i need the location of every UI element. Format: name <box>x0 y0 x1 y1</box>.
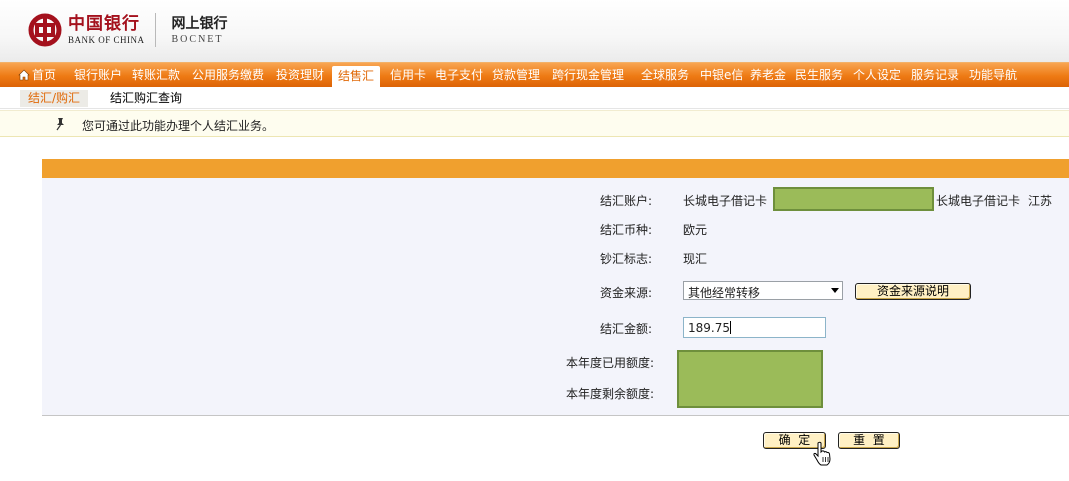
amount-input[interactable]: 189.75 <box>683 317 826 338</box>
redacted-quota-values <box>677 350 823 408</box>
product-chinese-name: 网上银行 <box>171 16 228 32</box>
header: 中国银行 BANK OF CHINA 网上银行 BOCNET <box>0 0 1069 62</box>
used-quota-label: 本年度已用额度: <box>566 356 655 370</box>
logo-english-name: BANK OF CHINA <box>68 35 145 45</box>
nav-item-function-navigation[interactable]: 功能导航 <box>969 63 1017 87</box>
amount-value: 189.75 <box>688 321 730 335</box>
logo-chinese-name: 中国银行 <box>68 14 140 34</box>
nav-item-livelihood[interactable]: 民生服务 <box>795 63 843 87</box>
nav-item-cash-management[interactable]: 跨行现金管理 <box>552 63 624 87</box>
pin-icon <box>56 118 64 131</box>
boc-logo-icon <box>28 13 62 47</box>
subnav-item-settle-purchase[interactable]: 结汇/购汇 <box>20 90 89 107</box>
nav-item-credit-card[interactable]: 信用卡 <box>390 63 426 87</box>
main-nav: 首页 银行账户 转账汇款 公用服务缴费 投资理财 结售汇 信用卡 电子支付 贷款… <box>0 62 1069 87</box>
fund-source-select[interactable]: 其他经常转移 <box>683 281 843 300</box>
remaining-quota-label: 本年度剩余额度: <box>566 387 655 401</box>
currency-label: 结汇币种: <box>600 223 653 237</box>
nav-item-utility-payment[interactable]: 公用服务缴费 <box>192 63 264 87</box>
reset-button[interactable]: 重 置 <box>838 432 900 449</box>
subnav-item-query[interactable]: 结汇购汇查询 <box>110 90 182 107</box>
account-label: 结汇账户: <box>600 194 653 208</box>
sub-nav: 结汇/购汇 结汇购汇查询 <box>0 87 1069 109</box>
nav-item-personal-settings[interactable]: 个人设定 <box>853 63 901 87</box>
nav-item-label: 首页 <box>32 68 57 82</box>
nav-item-transfer[interactable]: 转账汇款 <box>132 63 180 87</box>
nav-item-home[interactable]: 首页 <box>18 63 56 87</box>
nav-item-service-records[interactable]: 服务记录 <box>911 63 959 87</box>
home-icon <box>18 69 30 81</box>
nav-item-boc-e-message[interactable]: 中银e信 <box>700 63 743 87</box>
redacted-account-number <box>773 187 934 211</box>
notice-text: 您可通过此功能办理个人结汇业务。 <box>82 119 275 133</box>
fund-source-selected: 其他经常转移 <box>688 286 761 300</box>
form-header-bar <box>42 159 1069 178</box>
cash-flag-label: 钞汇标志: <box>600 252 653 266</box>
nav-item-pension[interactable]: 养老金 <box>750 63 786 87</box>
logo-divider <box>154 13 156 47</box>
account-type: 长城电子借记卡 <box>683 194 768 208</box>
product-english-name: BOCNET <box>171 34 224 45</box>
nav-item-loan[interactable]: 贷款管理 <box>492 63 540 87</box>
nav-item-e-payment[interactable]: 电子支付 <box>435 63 483 87</box>
amount-label: 结汇金额: <box>600 322 653 336</box>
currency-value: 欧元 <box>683 223 708 237</box>
nav-item-bank-account[interactable]: 银行账户 <box>74 63 122 87</box>
dropdown-arrow-icon[interactable] <box>831 288 839 293</box>
bank-logo[interactable]: 中国银行 BANK OF CHINA 网上银行 BOCNET <box>28 10 228 50</box>
nav-item-investment[interactable]: 投资理财 <box>276 63 324 87</box>
fund-source-label: 资金来源: <box>600 286 653 300</box>
notice-bar: 您可通过此功能办理个人结汇业务。 <box>0 110 1069 137</box>
nav-item-fx-settlement[interactable]: 结售汇 <box>332 66 381 87</box>
account-region: 江苏 <box>1028 194 1053 208</box>
hand-cursor-icon <box>813 441 831 466</box>
fund-source-help-button[interactable]: 资金来源说明 <box>855 283 971 300</box>
cash-flag-value: 现汇 <box>683 252 708 266</box>
text-caret <box>730 321 731 334</box>
account-card-type: 长城电子借记卡 <box>936 194 1021 208</box>
nav-item-global-service[interactable]: 全球服务 <box>641 63 689 87</box>
